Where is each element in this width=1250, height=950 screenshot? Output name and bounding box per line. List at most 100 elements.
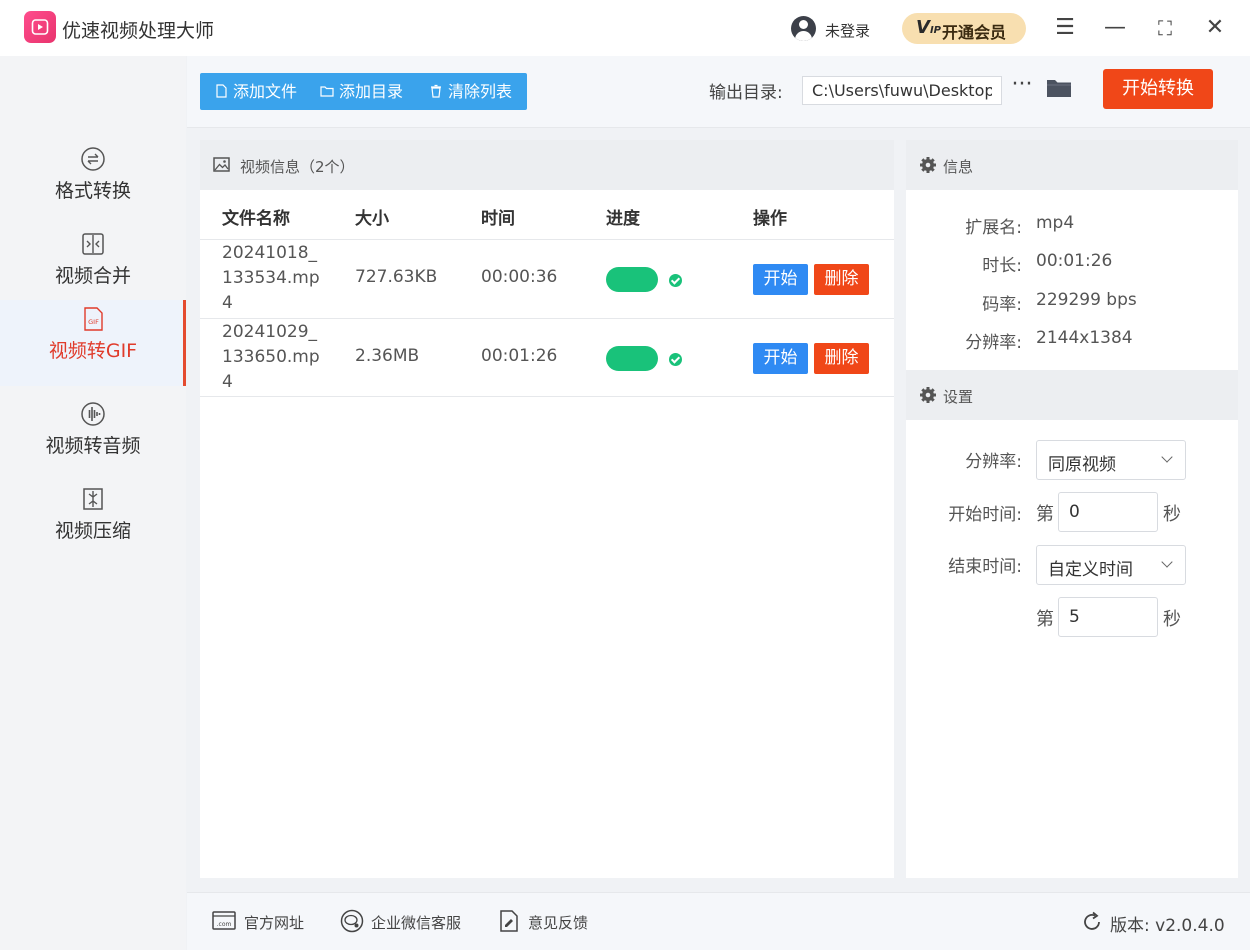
- refresh-icon[interactable]: [1080, 910, 1104, 934]
- vip-badge-icon: VIP: [916, 17, 941, 38]
- trash-icon: [431, 84, 441, 98]
- column-header-progress: 进度: [606, 209, 640, 229]
- row-start-button[interactable]: 开始: [753, 343, 808, 374]
- start-time-input[interactable]: [1058, 492, 1158, 532]
- merge-icon: [82, 233, 104, 255]
- minimize-icon[interactable]: —: [1099, 12, 1131, 44]
- file-action-group: 添加文件 添加目录 清除列表: [200, 73, 527, 110]
- sidebar-item-video-to-audio[interactable]: 视频转音频: [0, 395, 186, 481]
- start-convert-button[interactable]: 开始转换: [1103, 69, 1213, 109]
- svg-text:GIF: GIF: [88, 318, 99, 326]
- feedback-link[interactable]: 意见反馈: [528, 912, 588, 933]
- sidebar-item-format-convert[interactable]: 格式转换: [0, 140, 186, 226]
- end-prefix: 第: [1036, 609, 1054, 630]
- gif-icon: GIF: [84, 307, 103, 331]
- duration-label: 时长:: [982, 256, 1022, 276]
- add-file-button[interactable]: 添加文件: [214, 73, 297, 110]
- sidebar-item-video-to-gif[interactable]: GIF 视频转GIF: [0, 300, 186, 386]
- setting-resolution-label: 分辨率:: [965, 452, 1022, 472]
- menu-icon[interactable]: ☰: [1049, 12, 1081, 44]
- vip-button[interactable]: VIP 开通会员: [902, 13, 1026, 44]
- bitrate-label: 码率:: [982, 295, 1022, 315]
- website-link[interactable]: 官方网址: [244, 912, 304, 933]
- file-count-label: 视频信息（2个）: [240, 158, 355, 176]
- start-time-label: 开始时间:: [948, 505, 1022, 525]
- output-dir-label: 输出目录:: [709, 83, 783, 103]
- settings-header: 设置: [906, 370, 1238, 420]
- open-folder-icon[interactable]: [1045, 76, 1073, 100]
- ext-label: 扩展名:: [965, 218, 1022, 238]
- start-suffix: 秒: [1163, 504, 1181, 525]
- resolution-select[interactable]: 同原视频: [1036, 440, 1186, 480]
- user-avatar-icon: [791, 16, 816, 41]
- gear-icon: [920, 387, 936, 403]
- ext-value: mp4: [1036, 213, 1075, 233]
- version-label: 版本: v2.0.4.0: [1110, 916, 1225, 936]
- gear-icon: [920, 157, 936, 173]
- chevron-down-icon: [1161, 556, 1173, 568]
- vip-label: 开通会员: [942, 23, 1007, 42]
- chevron-down-icon: [1161, 451, 1173, 463]
- maximize-icon[interactable]: ⛶: [1149, 12, 1181, 44]
- file-size: 2.36MB: [355, 346, 420, 366]
- settings-title: 设置: [943, 388, 974, 406]
- image-icon: [213, 157, 230, 172]
- folder-outline-icon: [320, 86, 334, 97]
- feedback-icon: [500, 910, 518, 932]
- file-name: 20241029_133650.mp4: [222, 322, 320, 392]
- sidebar-item-video-merge[interactable]: 视频合并: [0, 225, 186, 311]
- end-time-input[interactable]: [1058, 597, 1158, 637]
- audio-icon: [81, 402, 105, 426]
- file-list-panel: 视频信息（2个） 文件名称 大小 时间 进度 操作 20241018_13353…: [200, 140, 894, 878]
- login-label: 未登录: [825, 22, 871, 40]
- info-header: 信息: [906, 140, 1238, 190]
- end-time-mode-select[interactable]: 自定义时间: [1036, 545, 1186, 585]
- column-header-name: 文件名称: [222, 209, 290, 229]
- resolution-label: 分辨率:: [965, 333, 1022, 353]
- file-icon: [216, 84, 227, 98]
- file-duration: 00:01:26: [481, 346, 558, 366]
- convert-icon: [81, 147, 105, 171]
- row-delete-button[interactable]: 删除: [814, 343, 869, 374]
- resolution-select-value: 同原视频: [1048, 455, 1116, 475]
- file-list-header: 视频信息（2个）: [200, 140, 894, 190]
- status-bar: .com 官方网址 企业微信客服 意见反馈 版本: v2.0.4.0: [187, 892, 1250, 950]
- clear-list-button[interactable]: 清除列表: [429, 73, 512, 110]
- check-icon: [669, 274, 682, 287]
- add-folder-button[interactable]: 添加目录: [320, 73, 403, 110]
- table-row[interactable]: 20241029_133650.mp4 2.36MB 00:01:26 开始 删…: [200, 318, 894, 397]
- app-title: 优速视频处理大师: [62, 20, 215, 42]
- output-dir-field[interactable]: [802, 76, 1002, 105]
- bitrate-value: 229299 bps: [1036, 290, 1137, 310]
- wechat-service-icon: [340, 909, 364, 933]
- column-header-time: 时间: [481, 209, 515, 229]
- info-panel: 信息 扩展名: mp4 时长: 00:01:26 码率: 229299 bps …: [906, 140, 1238, 878]
- file-size: 727.63KB: [355, 267, 438, 287]
- progress-bar: [606, 346, 658, 371]
- end-time-label: 结束时间:: [948, 557, 1022, 577]
- active-indicator: [183, 300, 186, 386]
- title-bar: 优速视频处理大师 未登录 VIP 开通会员 ☰ — ⛶ ✕: [0, 0, 1250, 56]
- check-icon: [669, 353, 682, 366]
- svg-text:.com: .com: [217, 921, 232, 928]
- info-title: 信息: [943, 158, 974, 176]
- progress-bar: [606, 267, 658, 292]
- website-icon: .com: [212, 911, 236, 930]
- sidebar-item-label: 视频转音频: [45, 435, 141, 457]
- column-header-actions: 操作: [753, 209, 787, 229]
- row-start-button[interactable]: 开始: [753, 264, 808, 295]
- file-name: 20241018_133534.mp4: [222, 243, 320, 313]
- sidebar-item-label: 格式转换: [54, 180, 131, 202]
- sidebar-item-label: 视频压缩: [54, 520, 131, 542]
- start-prefix: 第: [1036, 504, 1054, 525]
- table-row[interactable]: 20241018_133534.mp4 727.63KB 00:00:36 开始…: [200, 239, 894, 318]
- app-logo-icon: [24, 11, 56, 43]
- sidebar-item-label: 视频合并: [54, 265, 131, 287]
- sidebar-item-video-compress[interactable]: 视频压缩: [0, 480, 186, 566]
- sidebar-item-label: 视频转GIF: [48, 340, 138, 362]
- end-suffix: 秒: [1163, 609, 1181, 630]
- close-icon[interactable]: ✕: [1199, 12, 1231, 44]
- more-icon[interactable]: ···: [1010, 72, 1034, 102]
- row-delete-button[interactable]: 删除: [814, 264, 869, 295]
- wechat-service-link[interactable]: 企业微信客服: [371, 912, 461, 933]
